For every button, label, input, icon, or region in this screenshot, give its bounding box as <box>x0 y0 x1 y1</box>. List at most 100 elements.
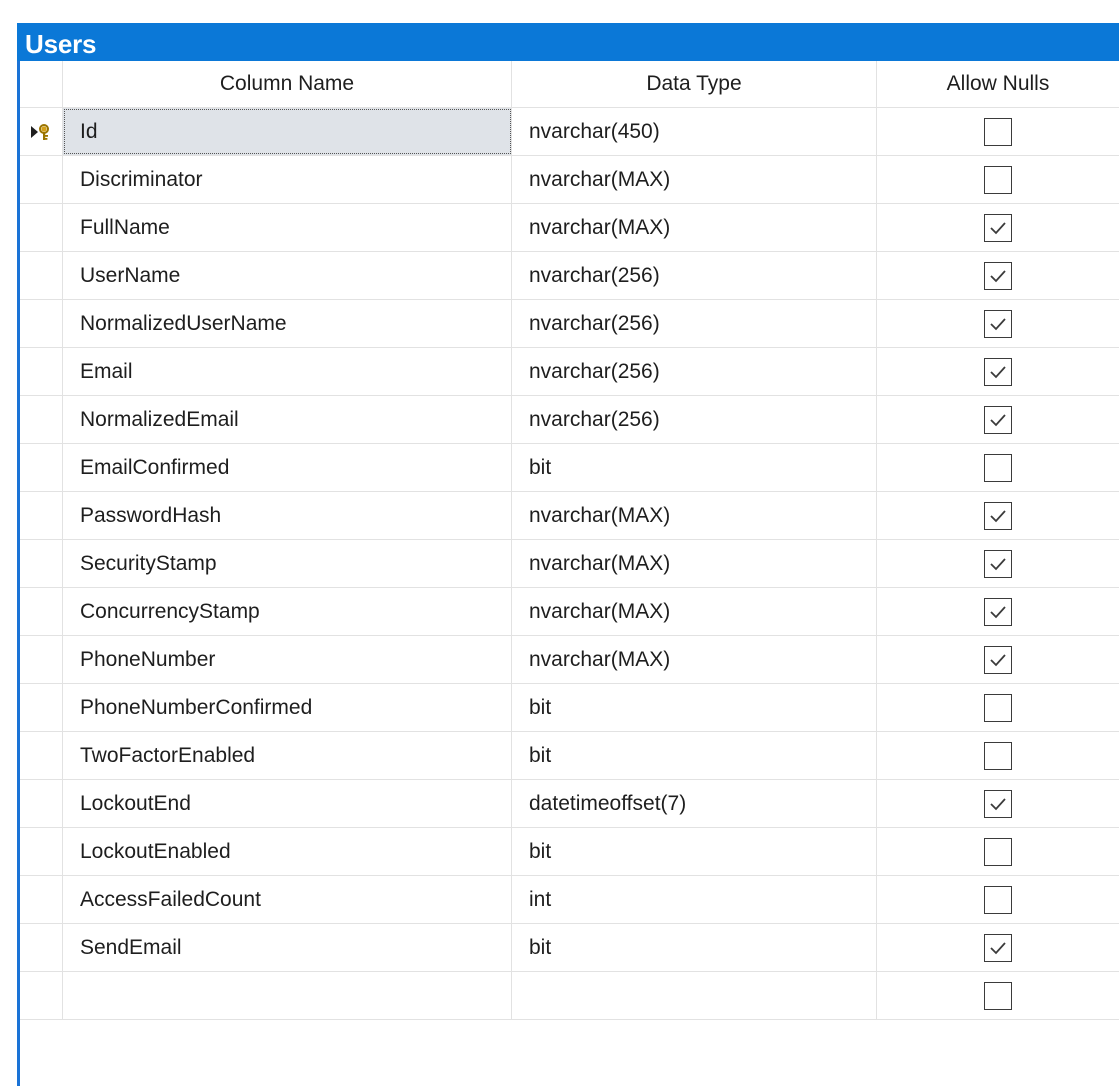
column-name-cell[interactable]: FullName <box>63 204 512 251</box>
allow-nulls-checkbox[interactable] <box>984 885 1012 914</box>
column-name-cell[interactable]: PasswordHash <box>63 492 512 539</box>
table-row[interactable]: NormalizedUserName nvarchar(256) <box>20 300 1119 348</box>
row-selector[interactable] <box>20 492 63 539</box>
data-type-cell[interactable]: datetimeoffset(7) <box>512 780 877 827</box>
allow-nulls-cell <box>877 444 1119 491</box>
allow-nulls-checkbox[interactable] <box>984 501 1012 530</box>
allow-nulls-cell <box>877 684 1119 731</box>
table-row[interactable] <box>20 972 1119 1020</box>
row-selector[interactable] <box>20 588 63 635</box>
data-type-cell[interactable]: nvarchar(256) <box>512 252 877 299</box>
column-name-cell[interactable] <box>63 972 512 1019</box>
data-type-cell[interactable]: nvarchar(MAX) <box>512 540 877 587</box>
data-type-cell[interactable]: nvarchar(MAX) <box>512 588 877 635</box>
data-type-cell[interactable]: bit <box>512 924 877 971</box>
allow-nulls-checkbox[interactable] <box>984 981 1012 1010</box>
allow-nulls-header: Allow Nulls <box>946 72 1050 95</box>
column-name-cell[interactable]: UserName <box>63 252 512 299</box>
table-row[interactable]: LockoutEnd datetimeoffset(7) <box>20 780 1119 828</box>
column-name-cell[interactable]: SecurityStamp <box>63 540 512 587</box>
data-type-cell[interactable]: bit <box>512 732 877 779</box>
allow-nulls-checkbox[interactable] <box>984 453 1012 482</box>
data-type-cell[interactable]: bit <box>512 444 877 491</box>
table-row[interactable]: PhoneNumberConfirmed bit <box>20 684 1119 732</box>
table-row[interactable]: EmailConfirmed bit <box>20 444 1119 492</box>
column-name-cell[interactable]: Id <box>63 108 512 155</box>
column-name-cell[interactable]: LockoutEnabled <box>63 828 512 875</box>
row-selector[interactable] <box>20 876 63 923</box>
current-row-primary-key-icon <box>31 123 49 140</box>
data-type-cell[interactable]: bit <box>512 684 877 731</box>
table-row[interactable]: TwoFactorEnabled bit <box>20 732 1119 780</box>
row-selector[interactable] <box>20 444 63 491</box>
column-name-cell[interactable]: LockoutEnd <box>63 780 512 827</box>
table-row[interactable]: PasswordHash nvarchar(MAX) <box>20 492 1119 540</box>
table-row[interactable]: Discriminator nvarchar(MAX) <box>20 156 1119 204</box>
column-name-cell[interactable]: ConcurrencyStamp <box>63 588 512 635</box>
row-selector[interactable] <box>20 396 63 443</box>
column-name-cell[interactable]: EmailConfirmed <box>63 444 512 491</box>
row-selector[interactable] <box>20 828 63 875</box>
row-selector[interactable] <box>20 300 63 347</box>
allow-nulls-checkbox[interactable] <box>984 933 1012 962</box>
row-selector[interactable] <box>20 540 63 587</box>
data-type-cell[interactable]: nvarchar(MAX) <box>512 156 877 203</box>
allow-nulls-cell <box>877 156 1119 203</box>
allow-nulls-checkbox[interactable] <box>984 117 1012 146</box>
allow-nulls-checkbox[interactable] <box>984 405 1012 434</box>
row-selector[interactable] <box>20 684 63 731</box>
column-name-cell[interactable]: Discriminator <box>63 156 512 203</box>
column-name-cell[interactable]: SendEmail <box>63 924 512 971</box>
row-selector[interactable] <box>20 924 63 971</box>
table-row[interactable]: Email nvarchar(256) <box>20 348 1119 396</box>
table-row[interactable]: Id nvarchar(450) <box>20 108 1119 156</box>
table-row[interactable]: LockoutEnabled bit <box>20 828 1119 876</box>
data-type-cell[interactable]: nvarchar(450) <box>512 108 877 155</box>
column-name-cell[interactable]: Email <box>63 348 512 395</box>
data-type-cell[interactable] <box>512 972 877 1019</box>
data-type-cell[interactable]: nvarchar(256) <box>512 300 877 347</box>
allow-nulls-checkbox[interactable] <box>984 309 1012 338</box>
allow-nulls-checkbox[interactable] <box>984 357 1012 386</box>
data-type-cell[interactable]: bit <box>512 828 877 875</box>
column-name-cell[interactable]: PhoneNumber <box>63 636 512 683</box>
row-selector[interactable] <box>20 252 63 299</box>
allow-nulls-checkbox[interactable] <box>984 261 1012 290</box>
row-selector[interactable] <box>20 636 63 683</box>
allow-nulls-checkbox[interactable] <box>984 789 1012 818</box>
allow-nulls-checkbox[interactable] <box>984 741 1012 770</box>
allow-nulls-checkbox[interactable] <box>984 597 1012 626</box>
column-name-cell[interactable]: AccessFailedCount <box>63 876 512 923</box>
row-selector[interactable] <box>20 732 63 779</box>
column-name-cell[interactable]: NormalizedEmail <box>63 396 512 443</box>
row-selector[interactable] <box>20 348 63 395</box>
allow-nulls-checkbox[interactable] <box>984 645 1012 674</box>
row-selector[interactable] <box>20 204 63 251</box>
data-type-cell[interactable]: nvarchar(MAX) <box>512 204 877 251</box>
table-row[interactable]: SecurityStamp nvarchar(MAX) <box>20 540 1119 588</box>
table-row[interactable]: PhoneNumber nvarchar(MAX) <box>20 636 1119 684</box>
allow-nulls-checkbox[interactable] <box>984 837 1012 866</box>
table-row[interactable]: FullName nvarchar(MAX) <box>20 204 1119 252</box>
column-name-cell[interactable]: NormalizedUserName <box>63 300 512 347</box>
allow-nulls-checkbox[interactable] <box>984 213 1012 242</box>
data-type-cell[interactable]: int <box>512 876 877 923</box>
table-row[interactable]: AccessFailedCount int <box>20 876 1119 924</box>
table-row[interactable]: UserName nvarchar(256) <box>20 252 1119 300</box>
allow-nulls-checkbox[interactable] <box>984 165 1012 194</box>
column-name-cell[interactable]: TwoFactorEnabled <box>63 732 512 779</box>
table-row[interactable]: NormalizedEmail nvarchar(256) <box>20 396 1119 444</box>
row-selector[interactable] <box>20 972 63 1019</box>
data-type-cell[interactable]: nvarchar(256) <box>512 396 877 443</box>
data-type-cell[interactable]: nvarchar(MAX) <box>512 636 877 683</box>
data-type-cell[interactable]: nvarchar(256) <box>512 348 877 395</box>
column-name-cell[interactable]: PhoneNumberConfirmed <box>63 684 512 731</box>
allow-nulls-checkbox[interactable] <box>984 549 1012 578</box>
row-selector[interactable] <box>20 780 63 827</box>
row-selector[interactable] <box>20 108 63 155</box>
table-row[interactable]: SendEmail bit <box>20 924 1119 972</box>
table-row[interactable]: ConcurrencyStamp nvarchar(MAX) <box>20 588 1119 636</box>
allow-nulls-checkbox[interactable] <box>984 693 1012 722</box>
data-type-cell[interactable]: nvarchar(MAX) <box>512 492 877 539</box>
row-selector[interactable] <box>20 156 63 203</box>
